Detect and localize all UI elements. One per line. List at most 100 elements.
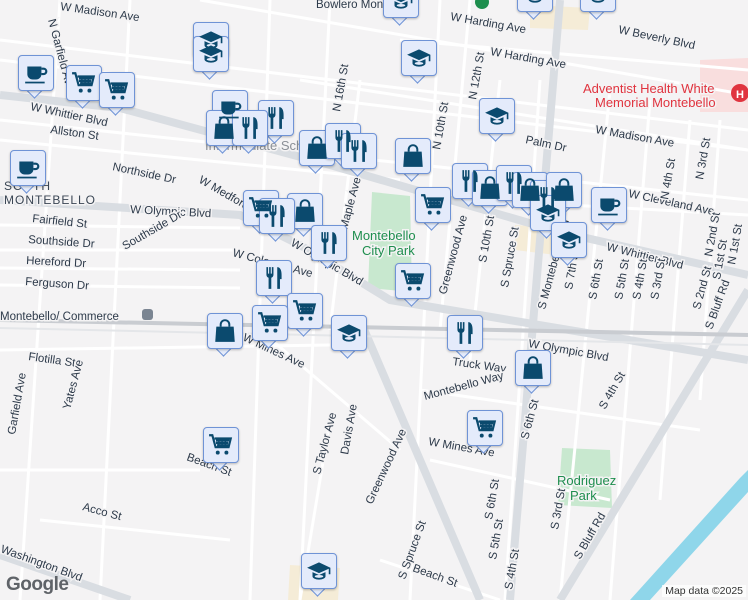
street-label: S 6th St bbox=[483, 477, 502, 520]
marker-box bbox=[258, 100, 294, 136]
map-attribution[interactable]: Map data ©2025 bbox=[662, 585, 746, 597]
street-label: S 5th St bbox=[613, 257, 632, 300]
cart-marker[interactable] bbox=[252, 305, 290, 351]
cart-marker[interactable] bbox=[287, 293, 325, 339]
street-label: Maple Ave bbox=[338, 176, 363, 231]
marker-box bbox=[515, 350, 551, 386]
food-icon bbox=[346, 138, 372, 164]
shop-marker[interactable] bbox=[515, 350, 553, 396]
marker-box bbox=[479, 98, 515, 134]
park-label[interactable]: Rodriguez bbox=[556, 472, 618, 490]
school-marker[interactable] bbox=[383, 0, 421, 28]
marker-box bbox=[591, 187, 627, 223]
shop-icon bbox=[520, 355, 546, 381]
marker-box bbox=[18, 55, 54, 91]
street-label: Allston St bbox=[50, 124, 101, 143]
school-icon bbox=[522, 0, 548, 7]
street-label: S Taylor Ave bbox=[311, 411, 339, 475]
street-label: Ferguson Dr bbox=[25, 276, 90, 292]
school-marker[interactable] bbox=[580, 0, 618, 22]
cart-icon bbox=[472, 415, 498, 441]
cart-marker[interactable] bbox=[203, 427, 241, 473]
shop-marker[interactable] bbox=[207, 313, 245, 359]
river bbox=[630, 470, 748, 600]
google-logo: Google bbox=[6, 574, 69, 595]
school-marker[interactable] bbox=[517, 0, 555, 22]
school-icon bbox=[198, 41, 224, 67]
marker-box bbox=[252, 305, 288, 341]
food-icon bbox=[237, 115, 263, 141]
school-marker[interactable] bbox=[479, 98, 517, 144]
cup-marker[interactable] bbox=[10, 150, 48, 196]
cart-marker[interactable] bbox=[395, 263, 433, 309]
school-marker[interactable] bbox=[301, 553, 339, 599]
cup-icon bbox=[596, 192, 622, 218]
cart-icon bbox=[208, 432, 234, 458]
school-icon bbox=[484, 103, 510, 129]
hospital-label[interactable]: Adventist Health White bbox=[582, 80, 717, 98]
shop-marker[interactable] bbox=[395, 138, 433, 184]
school-marker[interactable] bbox=[551, 222, 589, 268]
school-icon bbox=[406, 45, 432, 71]
shop-icon bbox=[477, 175, 503, 201]
marker-box bbox=[395, 138, 431, 174]
street-label: Davis Ave bbox=[339, 403, 360, 455]
marker-box bbox=[383, 0, 419, 18]
marker-box bbox=[301, 553, 337, 589]
shop-icon bbox=[292, 198, 318, 224]
cart-icon bbox=[71, 70, 97, 96]
cart-icon bbox=[292, 298, 318, 324]
station-label[interactable]: Montebello/ Commerce bbox=[0, 310, 120, 325]
cup-marker[interactable] bbox=[591, 187, 629, 233]
bowling-icon[interactable] bbox=[475, 0, 489, 9]
street-label: N 4th St bbox=[659, 157, 678, 201]
food-icon bbox=[263, 105, 289, 131]
street-label: N 12th St bbox=[467, 50, 487, 100]
marker-box bbox=[467, 410, 503, 446]
marker-box bbox=[530, 195, 566, 231]
marker-box bbox=[99, 72, 135, 108]
school-marker[interactable] bbox=[331, 315, 369, 361]
marker-box bbox=[66, 65, 102, 101]
school-icon bbox=[585, 0, 611, 7]
street-label: S 5th St bbox=[487, 517, 506, 560]
cup-marker[interactable] bbox=[18, 55, 56, 101]
shop-icon bbox=[211, 115, 237, 141]
food-marker[interactable] bbox=[311, 225, 349, 271]
cart-marker[interactable] bbox=[415, 187, 453, 233]
marker-box bbox=[447, 315, 483, 351]
school-icon bbox=[306, 558, 332, 584]
school-marker[interactable] bbox=[401, 40, 439, 86]
train-station-icon[interactable] bbox=[142, 309, 153, 320]
marker-box bbox=[331, 315, 367, 351]
food-marker[interactable] bbox=[447, 315, 485, 361]
cup-icon bbox=[23, 60, 49, 86]
cart-marker[interactable] bbox=[467, 410, 505, 456]
school-marker[interactable] bbox=[193, 36, 231, 82]
marker-box bbox=[232, 110, 268, 146]
street-label: S 4th St bbox=[631, 257, 650, 300]
marker-box bbox=[193, 36, 229, 72]
street-label: W Beverly Blvd bbox=[617, 24, 696, 52]
street-label: W Madison Ave bbox=[60, 1, 141, 24]
street-label: S Spruce St bbox=[499, 225, 522, 288]
food-icon bbox=[264, 203, 290, 229]
park-label[interactable]: City Park bbox=[361, 242, 417, 260]
cart-icon bbox=[257, 310, 283, 336]
street-label: S 10th St bbox=[477, 214, 497, 263]
cup-icon bbox=[15, 155, 41, 181]
cart-icon bbox=[400, 268, 426, 294]
school-icon bbox=[535, 200, 561, 226]
marker-box bbox=[259, 198, 295, 234]
cart-marker[interactable] bbox=[99, 72, 137, 118]
marker-box bbox=[395, 263, 431, 299]
shop-icon bbox=[304, 135, 330, 161]
food-marker[interactable] bbox=[341, 133, 379, 179]
park-label[interactable]: Park bbox=[569, 487, 599, 505]
park-label[interactable]: Montebello bbox=[351, 227, 418, 245]
marker-box bbox=[517, 0, 553, 12]
marker-box bbox=[287, 293, 323, 329]
food-icon bbox=[452, 320, 478, 346]
hospital-label[interactable]: Memorial Montebello bbox=[594, 94, 718, 112]
food-icon bbox=[316, 230, 342, 256]
